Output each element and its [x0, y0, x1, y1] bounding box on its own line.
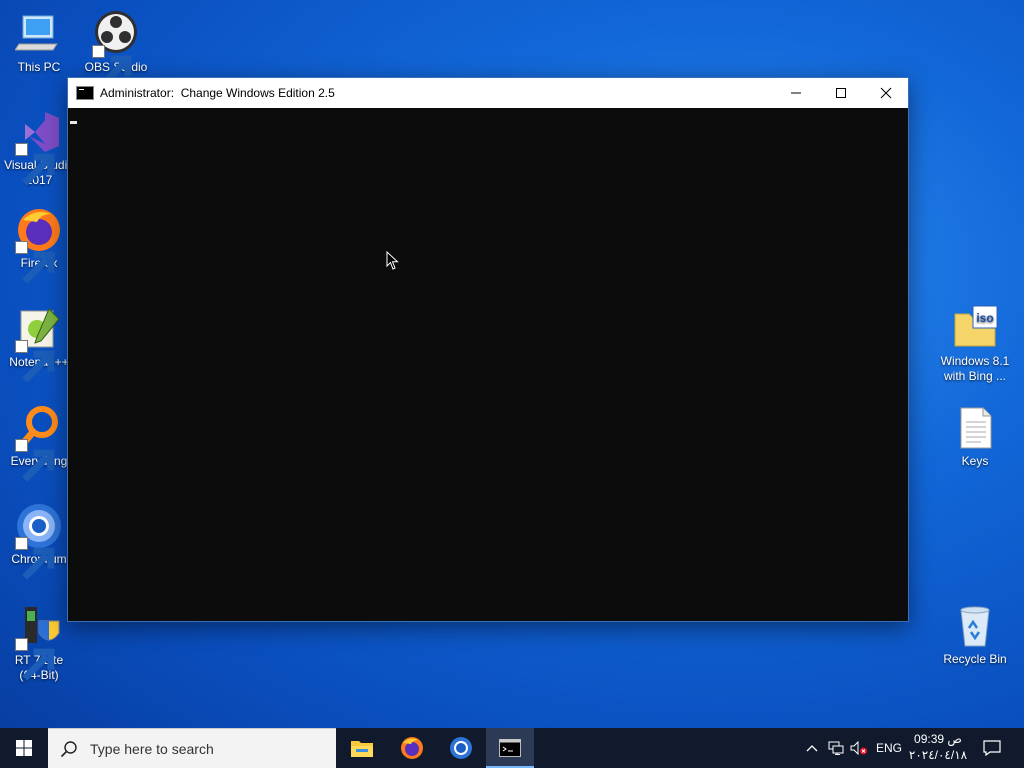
minimize-icon	[790, 92, 801, 94]
visual-studio-icon	[15, 108, 63, 186]
shortcut-arrow-icon	[15, 241, 55, 284]
window-titlebar[interactable]: Administrator: Change Windows Edition 2.…	[68, 78, 908, 108]
show-hidden-icons-button[interactable]	[802, 728, 822, 768]
firefox-icon	[401, 737, 423, 759]
taskbar-clock[interactable]: 09:39 ص ٢٠٢٤/٠٤/١٨	[906, 731, 970, 763]
taskbar-firefox[interactable]	[388, 728, 436, 768]
desktop-icon-keys[interactable]: Keys	[937, 404, 1013, 469]
desktop-icon-rt7lite[interactable]: RT 7 Lite (64-Bit)	[1, 603, 77, 683]
shortcut-arrow-icon	[92, 45, 132, 88]
close-icon	[880, 87, 891, 99]
desktop-icon-obs-studio[interactable]: OBS Studio	[78, 10, 154, 88]
firefox-icon	[15, 206, 63, 284]
windows-iso-label-line1: Windows 8.1	[940, 354, 1010, 368]
clock-time: 09:39 ص	[914, 732, 962, 746]
close-button[interactable]	[863, 78, 908, 108]
maximize-button[interactable]	[818, 78, 863, 108]
text-cursor	[70, 121, 77, 124]
volume-muted-icon	[850, 741, 867, 755]
windows-iso-label-line2: with Bing ...	[943, 369, 1007, 383]
chromium-icon	[15, 502, 63, 580]
network-icon	[828, 741, 844, 755]
maximize-icon	[835, 88, 846, 98]
command-prompt-icon	[499, 739, 521, 757]
iso-file-icon: iso	[951, 304, 999, 352]
desktop-icon-chromium[interactable]: Chromium	[1, 502, 77, 580]
taskbar-file-explorer[interactable]	[338, 728, 386, 768]
window-title: Administrator: Change Windows Edition 2.…	[100, 86, 335, 100]
recycle-bin-icon	[951, 602, 999, 650]
svg-text:iso: iso	[976, 311, 993, 325]
shortcut-arrow-icon	[15, 537, 55, 580]
this-pc-icon	[15, 10, 63, 58]
this-pc-label: This PC	[17, 60, 61, 74]
shortcut-arrow-icon	[15, 439, 55, 482]
input-language-indicator[interactable]: ENG	[872, 728, 906, 768]
taskbar-chromium[interactable]	[437, 728, 485, 768]
desktop-icon-visual-studio[interactable]: Visual Studio 2017	[1, 108, 77, 188]
rt7lite-icon	[15, 603, 63, 681]
desktop-icon-this-pc[interactable]: This PC	[1, 10, 77, 75]
minimize-button[interactable]	[773, 78, 818, 108]
everything-icon	[15, 404, 63, 482]
obs-studio-icon	[92, 10, 140, 88]
desktop-icon-everything[interactable]: Everything	[1, 404, 77, 482]
chevron-up-icon	[806, 745, 818, 752]
taskbar: Type here to search ENG 09:39 ص ٢٠٢٤/٠٤/…	[0, 728, 1024, 768]
start-button[interactable]	[0, 728, 48, 768]
notification-icon	[983, 740, 1001, 756]
command-prompt-icon	[76, 86, 94, 100]
shortcut-arrow-icon	[15, 143, 55, 186]
search-icon	[60, 740, 77, 757]
shortcut-arrow-icon	[15, 638, 55, 681]
shortcut-arrow-icon	[15, 340, 55, 383]
notepad-plus-plus-icon	[15, 305, 63, 383]
desktop-icon-windows-iso[interactable]: iso Windows 8.1 with Bing ...	[937, 304, 1013, 384]
console-window[interactable]: Administrator: Change Windows Edition 2.…	[67, 77, 909, 622]
desktop-icon-firefox[interactable]: Firefox	[1, 206, 77, 284]
windows-logo-icon	[16, 740, 32, 756]
language-label: ENG	[875, 741, 902, 755]
keys-label: Keys	[961, 454, 989, 468]
text-file-icon	[951, 404, 999, 452]
desktop-icon-recycle-bin[interactable]: Recycle Bin	[937, 602, 1013, 667]
desktop-icon-notepad-plus-plus[interactable]: Notepad++	[1, 305, 77, 383]
chromium-icon	[450, 737, 472, 759]
network-button[interactable]	[825, 728, 847, 768]
taskbar-command-prompt[interactable]	[486, 728, 534, 768]
recycle-bin-label: Recycle Bin	[943, 652, 1007, 666]
console-output-area[interactable]	[68, 108, 908, 621]
mouse-pointer-icon	[386, 251, 399, 270]
file-explorer-icon	[351, 741, 373, 757]
taskbar-search-box[interactable]: Type here to search	[48, 728, 336, 768]
action-center-button[interactable]	[974, 728, 1010, 768]
volume-button[interactable]	[848, 728, 870, 768]
search-placeholder: Type here to search	[90, 740, 214, 757]
clock-date: ٢٠٢٤/٠٤/١٨	[908, 748, 968, 762]
